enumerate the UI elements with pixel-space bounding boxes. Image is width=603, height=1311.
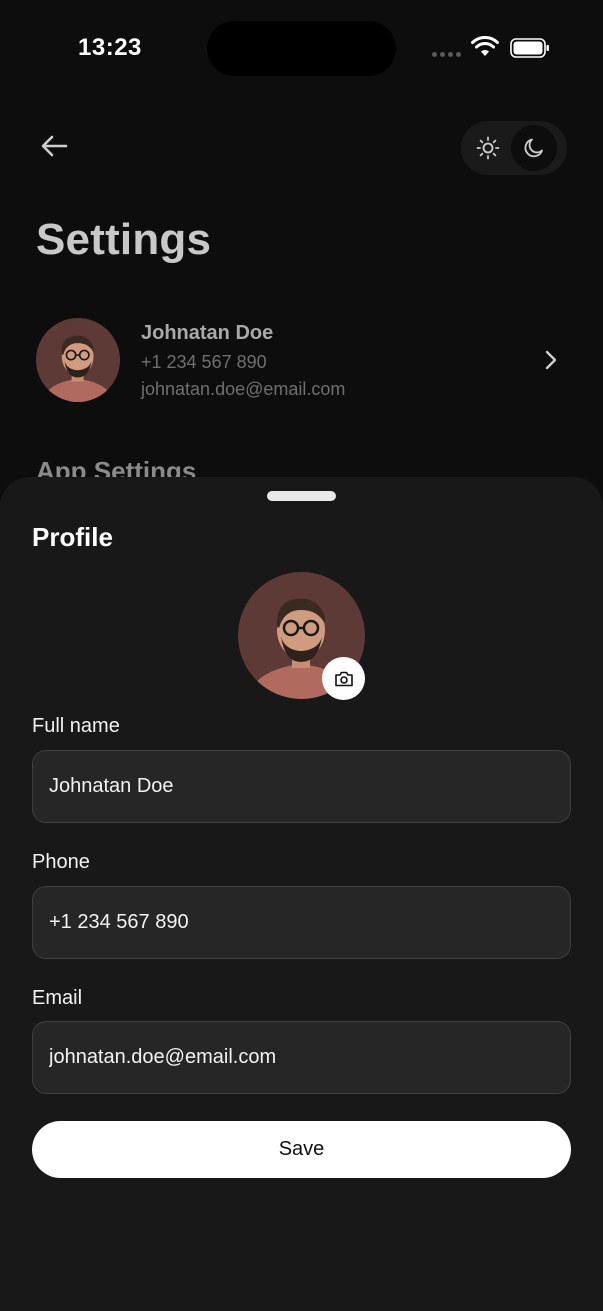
sun-icon [476, 136, 500, 160]
profile-summary-row[interactable]: Johnatan Doe +1 234 567 890 johnatan.doe… [36, 318, 567, 402]
light-mode-option[interactable] [465, 125, 511, 171]
back-button[interactable] [36, 128, 72, 164]
sheet-title: Profile [32, 522, 113, 552]
profile-name: Johnatan Doe [141, 322, 274, 344]
profile-phone: +1 234 567 890 [141, 352, 267, 372]
dark-mode-option[interactable] [511, 125, 557, 171]
arrow-left-icon [41, 135, 68, 157]
chevron-right-icon [545, 350, 557, 370]
email-label: Email [32, 987, 83, 1009]
dynamic-island [207, 21, 396, 76]
email-input[interactable] [32, 1021, 571, 1094]
page-title: Settings [36, 215, 212, 264]
full-name-label: Full name [32, 715, 120, 737]
avatar [36, 318, 120, 402]
battery-icon [510, 38, 549, 58]
phone-input[interactable] [32, 886, 571, 959]
theme-toggle[interactable] [461, 121, 567, 175]
change-photo-button[interactable] [322, 657, 365, 700]
cellular-signal-icon [432, 52, 461, 57]
phone-label: Phone [32, 851, 90, 873]
profile-email: johnatan.doe@email.com [141, 379, 346, 399]
sheet-grabber-handle[interactable] [267, 491, 336, 501]
wifi-icon [471, 36, 499, 56]
profile-bottom-sheet: Profile Full name Phone Ema [0, 477, 603, 1311]
full-name-input[interactable] [32, 750, 571, 823]
status-time: 13:23 [78, 34, 142, 61]
moon-icon [524, 138, 543, 158]
save-button[interactable]: Save [32, 1121, 571, 1178]
camera-icon [334, 671, 353, 686]
settings-screen: 13:23 Settings Johnatan Doe +1 234 567 8… [0, 0, 603, 1311]
